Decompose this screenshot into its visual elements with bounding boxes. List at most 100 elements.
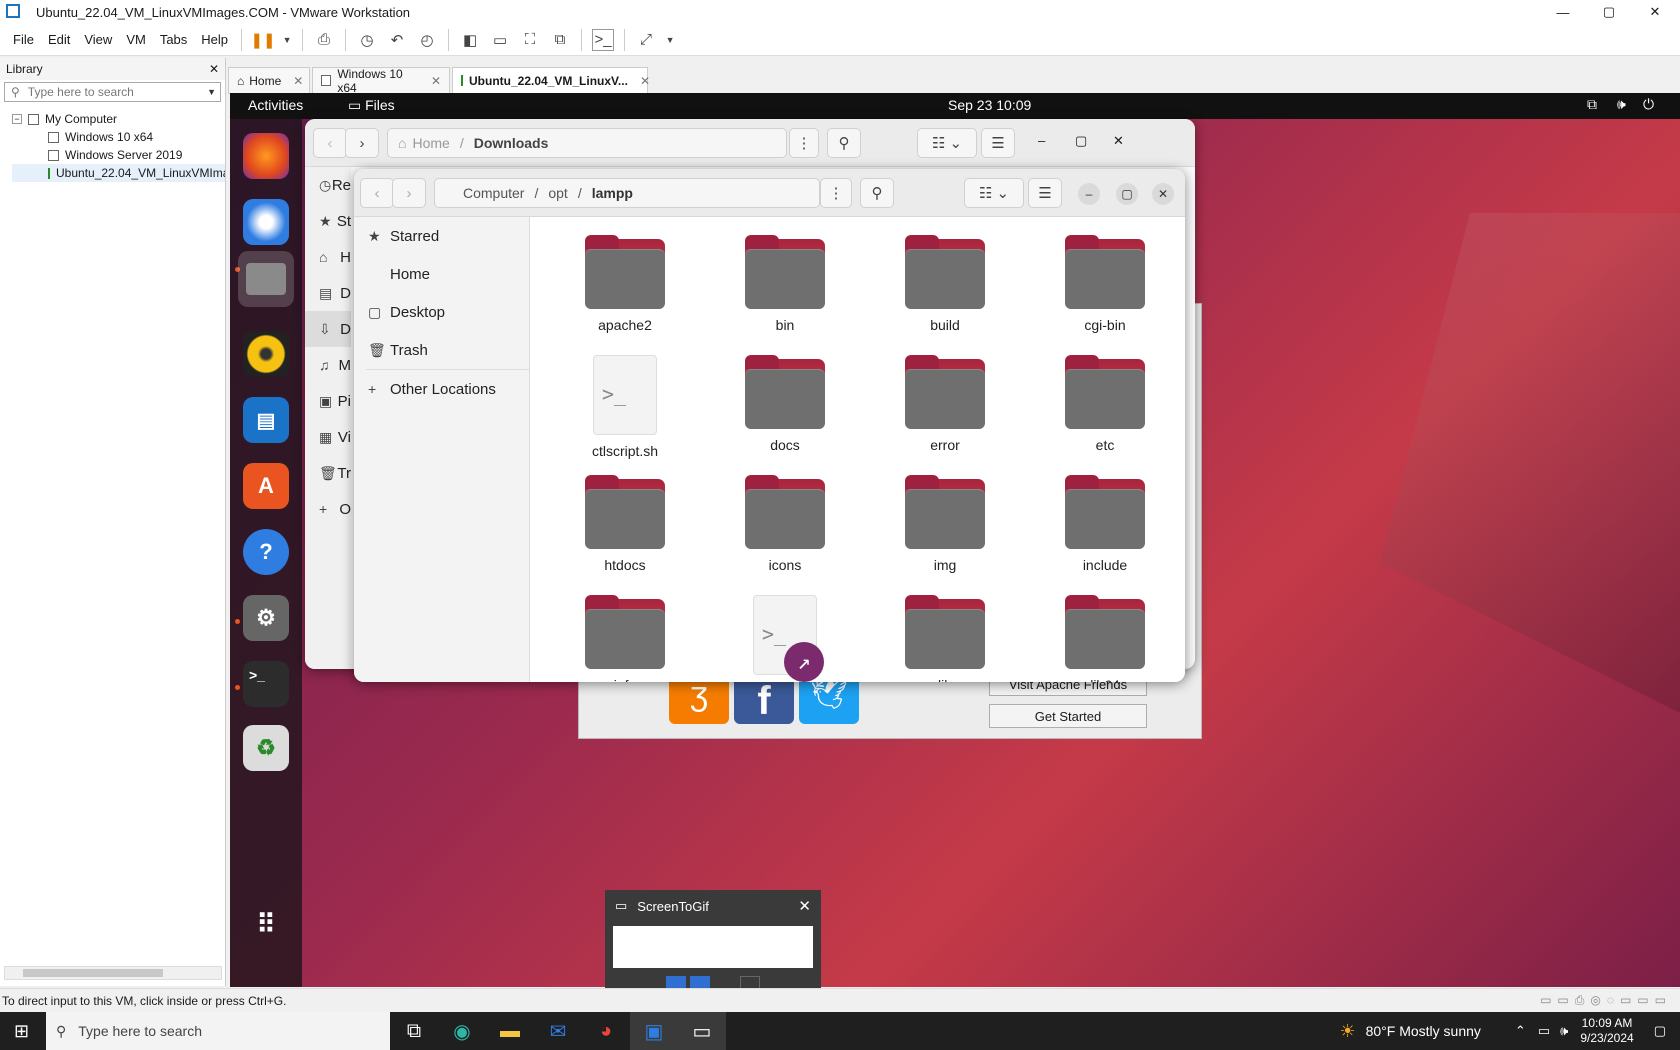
- task-view-icon[interactable]: ⧉: [390, 1012, 438, 1050]
- menu-file[interactable]: File: [6, 32, 41, 47]
- main-menu-button[interactable]: ☰: [1028, 178, 1062, 208]
- screentogif-taskbar-icon[interactable]: ▭: [678, 1012, 726, 1050]
- snapshot-manager-icon[interactable]: ◴: [416, 29, 438, 51]
- sidebar-item-starred[interactable]: ★ Starred: [354, 217, 529, 255]
- back-button[interactable]: ‹: [313, 128, 347, 158]
- network-icon[interactable]: ▭: [1538, 1023, 1550, 1039]
- chevron-down-icon[interactable]: ▼: [282, 29, 292, 51]
- help-icon[interactable]: ?: [243, 529, 289, 575]
- send-ctrl-alt-del-icon[interactable]: ⎙: [313, 29, 335, 51]
- chevron-down-icon[interactable]: ▼: [665, 29, 675, 51]
- settings-icon[interactable]: ⚙: [243, 595, 289, 641]
- sidebar-item[interactable]: ▤ D: [305, 275, 351, 311]
- clock[interactable]: Sep 23 10:09: [948, 97, 1031, 113]
- edge-icon[interactable]: ◉: [438, 1012, 486, 1050]
- close-icon[interactable]: ✕: [640, 74, 650, 88]
- menu-help[interactable]: Help: [194, 32, 235, 47]
- path-menu-button[interactable]: ⋮: [820, 178, 852, 208]
- file-item[interactable]: cgi-bin: [1030, 235, 1180, 333]
- sidebar-item[interactable]: ▦ Vi: [305, 419, 351, 455]
- sidebar-item[interactable]: 🗑 Tr: [305, 455, 351, 491]
- chevron-down-icon[interactable]: ▼: [207, 87, 216, 97]
- file-item[interactable]: htdocs: [550, 475, 700, 573]
- tab-home[interactable]: ⌂ Home ✕: [228, 67, 310, 93]
- menu-view[interactable]: View: [77, 32, 119, 47]
- thunderbird-icon[interactable]: [243, 199, 289, 245]
- sidebar-item-other-locations[interactable]: + Other Locations: [354, 370, 529, 408]
- show-library-icon[interactable]: ◧: [459, 29, 481, 51]
- path-segment[interactable]: Home: [412, 135, 449, 151]
- file-item[interactable]: lib64: [1030, 595, 1180, 682]
- app-center-icon[interactable]: A: [243, 463, 289, 509]
- libreoffice-writer-icon[interactable]: ▤: [243, 397, 289, 443]
- terminal-icon[interactable]: >_: [243, 661, 289, 707]
- file-item[interactable]: etc: [1030, 355, 1180, 453]
- network-icon[interactable]: ⧉: [1587, 96, 1597, 113]
- firefox-icon[interactable]: [243, 133, 289, 179]
- file-item[interactable]: build: [870, 235, 1020, 333]
- chevron-up-icon[interactable]: ⌃: [1515, 1023, 1526, 1039]
- file-item[interactable]: info: [550, 595, 700, 682]
- path-segment-current[interactable]: lampp: [592, 185, 633, 201]
- file-explorer-icon[interactable]: ▬: [486, 1012, 534, 1050]
- tab-windows-10[interactable]: Windows 10 x64 ✕: [312, 67, 450, 95]
- sidebar-item[interactable]: ◷ Re: [305, 167, 351, 203]
- file-item[interactable]: >_ ctlscript.sh: [550, 355, 700, 459]
- sidebar-item-home[interactable]: Home: [354, 255, 529, 293]
- mail-icon[interactable]: ✉: [534, 1012, 582, 1050]
- main-menu-button[interactable]: ☰: [981, 128, 1015, 158]
- sidebar-item[interactable]: ⌂ H: [305, 239, 351, 275]
- menu-vm[interactable]: VM: [119, 32, 153, 47]
- volume-icon[interactable]: 🕪: [1617, 96, 1626, 113]
- file-item[interactable]: error: [870, 355, 1020, 453]
- file-item[interactable]: docs: [710, 355, 860, 453]
- device-icons[interactable]: ▭▭⎙◎◌▭▭▭: [1540, 993, 1672, 1008]
- path-segment[interactable]: opt: [548, 185, 567, 201]
- sidebar-item[interactable]: ⇩ D: [305, 311, 351, 347]
- trash-icon[interactable]: ♻: [243, 725, 289, 771]
- tree-node-my-computer[interactable]: − My Computer: [12, 110, 225, 128]
- close-icon[interactable]: ✕: [209, 62, 219, 76]
- notifications-icon[interactable]: ▢: [1654, 1023, 1666, 1039]
- weather-text[interactable]: 80°F Mostly sunny: [1366, 1023, 1481, 1039]
- minimize-button[interactable]: —: [1540, 0, 1586, 24]
- thumbnail-bar-icon[interactable]: ▭: [489, 29, 511, 51]
- file-item[interactable]: apache2: [550, 235, 700, 333]
- back-button[interactable]: ‹: [360, 178, 394, 208]
- tree-node-vm-selected[interactable]: Ubuntu_22.04_VM_LinuxVMImages: [12, 164, 225, 182]
- menu-edit[interactable]: Edit: [41, 32, 77, 47]
- sidebar-item[interactable]: ★ St: [305, 203, 351, 239]
- close-icon[interactable]: ✕: [431, 74, 441, 88]
- file-item[interactable]: lib: [870, 595, 1020, 682]
- sidebar-item-desktop[interactable]: ▢ Desktop: [354, 293, 529, 331]
- menu-tabs[interactable]: Tabs: [153, 32, 194, 47]
- sidebar-item[interactable]: ♫ M: [305, 347, 351, 383]
- files-app-menu[interactable]: ▭ Files: [348, 97, 395, 114]
- sidebar-item[interactable]: ▣ Pi: [305, 383, 351, 419]
- close-button[interactable]: ✕: [1152, 183, 1174, 205]
- tree-node-vm[interactable]: Windows Server 2019: [12, 146, 225, 164]
- file-item[interactable]: icons: [710, 475, 860, 573]
- close-button[interactable]: ✕: [1632, 0, 1678, 24]
- taskbar-search-input[interactable]: ⚲ Type here to search: [46, 1012, 390, 1050]
- chrome-icon[interactable]: ◕: [582, 1012, 630, 1050]
- file-item[interactable]: img: [870, 475, 1020, 573]
- power-icon[interactable]: ⏻: [1643, 96, 1654, 113]
- unity-icon[interactable]: ⧉: [549, 29, 571, 51]
- vmware-taskbar-icon[interactable]: ▣: [630, 1012, 678, 1050]
- close-icon[interactable]: ✕: [293, 74, 303, 88]
- search-button[interactable]: ⚲: [827, 128, 861, 158]
- library-search-input[interactable]: ⚲ Type here to search ▼: [4, 82, 221, 102]
- vm-display[interactable]: Activities ▭ Files Sep 23 10:09 ⧉ 🕪 ⏻ ▤ …: [230, 93, 1680, 987]
- console-view-icon[interactable]: >_: [592, 28, 615, 51]
- stretch-guest-icon[interactable]: ⤢: [635, 29, 657, 51]
- file-item[interactable]: include: [1030, 475, 1180, 573]
- maximize-button[interactable]: ▢: [1116, 183, 1138, 205]
- maximize-button[interactable]: ▢: [1075, 133, 1087, 149]
- library-horizontal-scrollbar[interactable]: [4, 966, 222, 980]
- view-toggle-button[interactable]: ☷ ⌄: [917, 128, 977, 158]
- collapse-icon[interactable]: −: [12, 114, 22, 124]
- forward-button[interactable]: ›: [345, 128, 379, 158]
- close-button[interactable]: ✕: [1113, 133, 1124, 149]
- pause-icon[interactable]: ❚❚: [250, 29, 275, 51]
